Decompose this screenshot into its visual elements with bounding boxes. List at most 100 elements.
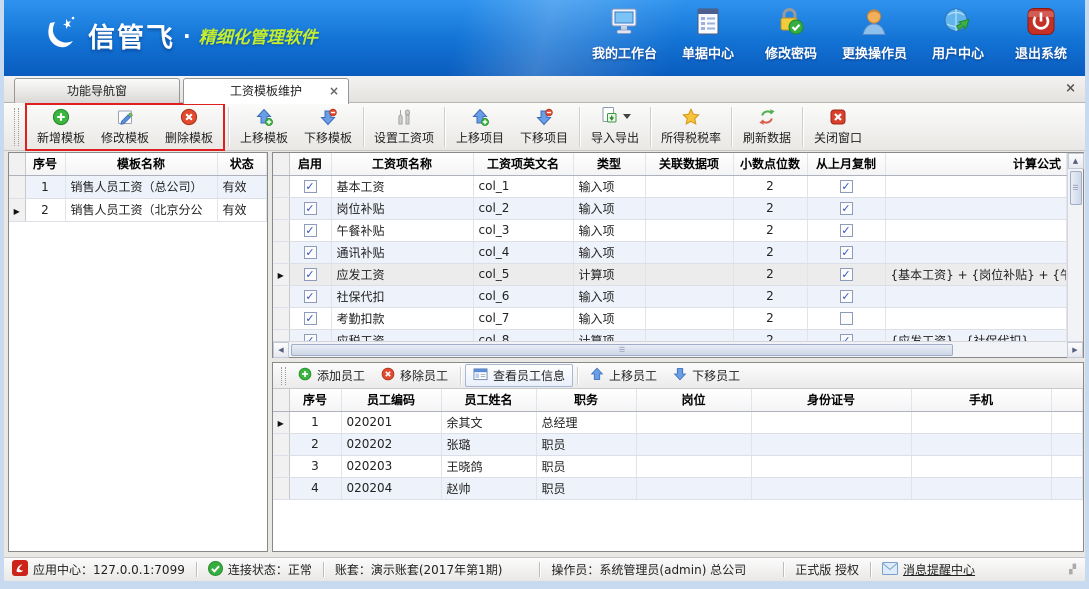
- item-linked[interactable]: [645, 263, 733, 285]
- emp-no[interactable]: 3: [289, 455, 341, 477]
- copy-prev-checkbox[interactable]: [840, 224, 853, 237]
- col-header-formula[interactable]: 计算公式: [885, 153, 1067, 175]
- salary-row[interactable]: 基本工资 col_1 输入项 2: [273, 175, 1067, 197]
- item-en[interactable]: col_5: [473, 263, 573, 285]
- col-header-emp-phone[interactable]: 手机: [911, 389, 1051, 411]
- view-employee-info-button[interactable]: 查看员工信息: [465, 364, 573, 387]
- item-en[interactable]: col_3: [473, 219, 573, 241]
- emp-post[interactable]: [636, 411, 751, 433]
- item-linked[interactable]: [645, 307, 733, 329]
- template-no[interactable]: 1: [25, 175, 65, 198]
- refresh-data-button[interactable]: 刷新数据: [735, 105, 799, 149]
- template-status[interactable]: 有效: [217, 175, 267, 198]
- emp-no[interactable]: 4: [289, 477, 341, 499]
- delete-template-button[interactable]: 删除模板: [157, 105, 221, 149]
- salary-row[interactable]: 应发工资 col_5 计算项 2 {基本工资} + {岗位补贴} + {午: [273, 263, 1067, 285]
- item-en[interactable]: col_4: [473, 241, 573, 263]
- employee-row[interactable]: 3 020203 王晓鸽 职员: [273, 455, 1083, 477]
- employee-row[interactable]: 2 020202 张璐 职员: [273, 433, 1083, 455]
- item-linked[interactable]: [645, 197, 733, 219]
- item-name[interactable]: 通讯补贴: [331, 241, 473, 263]
- salary-row[interactable]: 考勤扣款 col_7 输入项 2: [273, 307, 1067, 329]
- col-header-emp-title[interactable]: 职务: [536, 389, 636, 411]
- item-formula[interactable]: [885, 307, 1067, 329]
- enabled-checkbox[interactable]: [304, 246, 317, 259]
- col-header-linked[interactable]: 关联数据项: [645, 153, 733, 175]
- emp-code[interactable]: 020202: [341, 433, 441, 455]
- enabled-checkbox[interactable]: [304, 290, 317, 303]
- horizontal-scroll-track[interactable]: [955, 344, 1065, 356]
- user-center-button[interactable]: 用户中心: [926, 7, 990, 62]
- emp-title[interactable]: 职员: [536, 455, 636, 477]
- documents-center-button[interactable]: 单据中心: [676, 7, 740, 62]
- emp-no[interactable]: 1: [289, 411, 341, 433]
- toolbar-grip[interactable]: [14, 108, 19, 146]
- item-formula[interactable]: [885, 175, 1067, 197]
- emp-name[interactable]: 张璐: [441, 433, 536, 455]
- item-name[interactable]: 午餐补贴: [331, 219, 473, 241]
- template-name[interactable]: 销售人员工资（北京分公: [65, 198, 217, 221]
- emp-name[interactable]: 王晓鸽: [441, 455, 536, 477]
- emp-phone[interactable]: [911, 477, 1051, 499]
- item-formula[interactable]: [885, 285, 1067, 307]
- item-formula[interactable]: {基本工资} + {岗位补贴} + {午: [885, 263, 1067, 285]
- col-header-emp-code[interactable]: 员工编码: [341, 389, 441, 411]
- item-decimals[interactable]: 2: [733, 197, 807, 219]
- item-name[interactable]: 基本工资: [331, 175, 473, 197]
- enabled-checkbox[interactable]: [304, 202, 317, 215]
- edit-template-button[interactable]: 修改模板: [93, 105, 157, 149]
- item-decimals[interactable]: 2: [733, 241, 807, 263]
- col-header-item-en[interactable]: 工资项英文名: [473, 153, 573, 175]
- enabled-checkbox[interactable]: [304, 268, 317, 281]
- item-en[interactable]: col_6: [473, 285, 573, 307]
- toolbar-grip[interactable]: [281, 367, 286, 385]
- emp-code[interactable]: 020203: [341, 455, 441, 477]
- vertical-scrollbar[interactable]: ▲ ☰: [1067, 153, 1083, 343]
- move-template-down-button[interactable]: 下移模板: [296, 105, 360, 149]
- item-name[interactable]: 岗位补贴: [331, 197, 473, 219]
- salary-row[interactable]: 社保代扣 col_6 输入项 2: [273, 285, 1067, 307]
- horizontal-scrollbar[interactable]: ◀ ☰ ▶: [273, 341, 1083, 357]
- emp-id[interactable]: [751, 477, 911, 499]
- col-header-type[interactable]: 类型: [573, 153, 645, 175]
- item-type[interactable]: 输入项: [573, 307, 645, 329]
- col-header-copy-prev[interactable]: 从上月复制: [807, 153, 885, 175]
- item-formula[interactable]: [885, 241, 1067, 263]
- item-linked[interactable]: [645, 241, 733, 263]
- add-employee-button[interactable]: 添加员工: [290, 365, 373, 386]
- col-header-emp-name[interactable]: 员工姓名: [441, 389, 536, 411]
- exit-system-button[interactable]: 退出系统: [1009, 7, 1073, 62]
- copy-prev-checkbox[interactable]: [840, 202, 853, 215]
- copy-prev-checkbox[interactable]: [840, 312, 853, 325]
- copy-prev-checkbox[interactable]: [840, 268, 853, 281]
- tab-salary-template[interactable]: 工资模板维护 ×: [183, 78, 349, 104]
- emp-title[interactable]: 职员: [536, 433, 636, 455]
- salary-row[interactable]: 午餐补贴 col_3 输入项 2: [273, 219, 1067, 241]
- item-type[interactable]: 输入项: [573, 175, 645, 197]
- item-linked[interactable]: [645, 285, 733, 307]
- emp-code[interactable]: 020201: [341, 411, 441, 433]
- item-type[interactable]: 输入项: [573, 285, 645, 307]
- item-name[interactable]: 考勤扣款: [331, 307, 473, 329]
- dropdown-caret-icon[interactable]: [623, 114, 631, 119]
- income-tax-rate-button[interactable]: 所得税税率: [654, 105, 728, 149]
- horizontal-scroll-thumb[interactable]: ☰: [291, 344, 953, 356]
- emp-post[interactable]: [636, 477, 751, 499]
- copy-prev-checkbox[interactable]: [840, 290, 853, 303]
- item-decimals[interactable]: 2: [733, 219, 807, 241]
- emp-phone[interactable]: [911, 433, 1051, 455]
- set-salary-items-button[interactable]: 设置工资项: [367, 105, 441, 149]
- col-header-emp-id[interactable]: 身份证号: [751, 389, 911, 411]
- emp-id[interactable]: [751, 411, 911, 433]
- item-en[interactable]: col_1: [473, 175, 573, 197]
- emp-phone[interactable]: [911, 411, 1051, 433]
- enabled-checkbox[interactable]: [304, 180, 317, 193]
- move-item-up-button[interactable]: 上移项目: [448, 105, 512, 149]
- item-type[interactable]: 输入项: [573, 219, 645, 241]
- col-header-enabled[interactable]: 启用: [289, 153, 331, 175]
- move-employee-down-button[interactable]: 下移员工: [665, 365, 748, 386]
- template-row[interactable]: 2 销售人员工资（北京分公 有效: [9, 198, 267, 221]
- template-name[interactable]: 销售人员工资（总公司）: [65, 175, 217, 198]
- item-decimals[interactable]: 2: [733, 175, 807, 197]
- tab-function-navigator[interactable]: 功能导航窗: [14, 78, 180, 103]
